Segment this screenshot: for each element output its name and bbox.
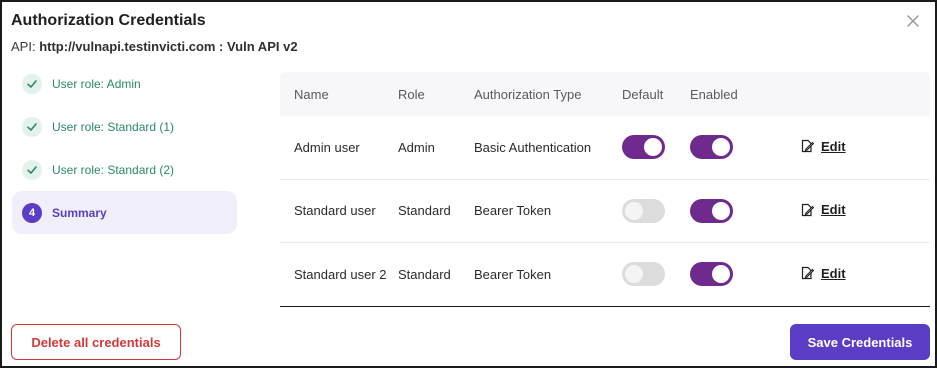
wizard-stepper: User role: Admin User role: Standard (1)… [12, 62, 237, 234]
step-label: Summary [52, 205, 107, 220]
cell-role: Standard [398, 203, 451, 219]
cell-type: Bearer Token [474, 266, 552, 282]
enabled-toggle[interactable] [690, 135, 733, 160]
table-row: Standard user 2 Standard Bearer Token Ed… [280, 243, 930, 307]
cell-role: Standard [398, 266, 451, 282]
table-row: Admin user Admin Basic Authentication Ed… [280, 116, 930, 180]
step-summary[interactable]: 4 Summary [12, 191, 237, 234]
header-default: Default [622, 86, 664, 102]
cell-type: Basic Authentication [474, 139, 592, 155]
cell-type: Bearer Token [474, 203, 552, 219]
header-authorization-type: Authorization Type [474, 86, 582, 102]
enabled-toggle[interactable] [690, 262, 733, 287]
toggle-knob [712, 201, 730, 220]
toggle-knob [712, 138, 730, 157]
dialog-title: Authorization Credentials [11, 12, 206, 29]
check-icon [27, 165, 37, 174]
step-label: User role: Standard (2) [52, 162, 175, 177]
header-enabled: Enabled [690, 86, 738, 102]
header-role: Role [398, 86, 425, 102]
check-icon [27, 122, 37, 131]
check-icon [27, 79, 37, 88]
cell-name: Standard user [294, 203, 376, 219]
api-value: http://vulnapi.testinvicti.com : Vuln AP… [39, 39, 298, 54]
step-number-badge: 4 [22, 202, 42, 223]
edit-icon [801, 139, 814, 153]
step-user-role-standard-1[interactable]: User role: Standard (1) [12, 105, 237, 148]
api-subtitle: API: http://vulnapi.testinvicti.com : Vu… [11, 39, 298, 54]
default-toggle[interactable] [622, 135, 665, 160]
toggle-knob [712, 265, 730, 284]
default-toggle[interactable] [622, 198, 665, 223]
close-icon [907, 15, 919, 27]
cell-name: Standard user 2 [294, 266, 387, 282]
api-label: API: [11, 39, 36, 54]
close-button[interactable] [905, 13, 921, 29]
step-user-role-standard-2[interactable]: User role: Standard (2) [12, 148, 237, 191]
save-credentials-button[interactable]: Save Credentials [790, 324, 930, 360]
step-label: User role: Standard (1) [52, 119, 175, 134]
enabled-toggle[interactable] [690, 198, 733, 223]
table-header: Name Role Authorization Type Default Ena… [280, 72, 930, 116]
cell-name: Admin user [294, 139, 360, 155]
cell-role: Admin [398, 139, 435, 155]
toggle-knob [625, 201, 643, 220]
edit-icon [801, 266, 814, 280]
step-complete-badge [22, 159, 42, 180]
edit-label: Edit [821, 265, 846, 281]
edit-button[interactable]: Edit [800, 266, 846, 281]
step-user-role-admin[interactable]: User role: Admin [12, 62, 237, 105]
credentials-table: Name Role Authorization Type Default Ena… [280, 72, 930, 307]
step-complete-badge [22, 73, 42, 94]
toggle-knob [625, 265, 643, 284]
step-complete-badge [22, 116, 42, 137]
default-toggle[interactable] [622, 262, 665, 287]
edit-label: Edit [821, 202, 846, 217]
authorization-credentials-dialog: Authorization Credentials API: http://vu… [0, 0, 937, 368]
step-label: User role: Admin [52, 76, 141, 91]
edit-label: Edit [821, 138, 846, 154]
toggle-knob [644, 138, 662, 157]
edit-button[interactable]: Edit [800, 139, 846, 154]
edit-button[interactable]: Edit [800, 202, 846, 217]
table-row: Standard user Standard Bearer Token Edit [280, 180, 930, 243]
header-name: Name [294, 86, 329, 102]
edit-icon [801, 203, 814, 216]
delete-all-credentials-button[interactable]: Delete all credentials [11, 324, 181, 360]
